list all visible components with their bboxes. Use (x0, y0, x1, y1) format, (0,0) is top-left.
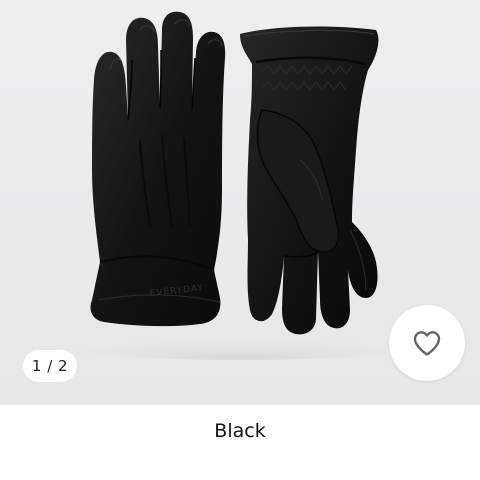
pager-text: 1 / 2 (31, 357, 69, 375)
heart-outline-icon (413, 331, 441, 356)
left-glove: EVERYDAY (90, 11, 226, 327)
right-glove (240, 26, 379, 335)
product-card: EVERYDAY 1 / 2 Black (0, 0, 480, 480)
image-pager: 1 / 2 (23, 350, 77, 382)
color-name: Black (214, 420, 266, 442)
product-image[interactable]: EVERYDAY 1 / 2 (0, 0, 480, 405)
favorite-button[interactable] (389, 305, 465, 381)
